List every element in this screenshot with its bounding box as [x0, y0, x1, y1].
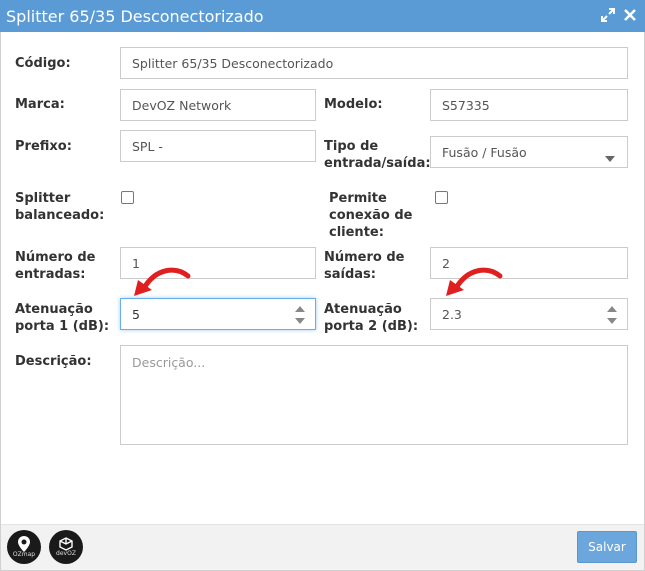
devoz-logo-text: devOZ [56, 550, 76, 557]
tipo-label-line1: Tipo de [324, 139, 379, 154]
saidas-label-line1: Número de [324, 250, 405, 265]
balanceado-label-line2: balanceado: [15, 208, 105, 223]
cube-icon [59, 537, 73, 551]
tipo-value: Fusão / Fusão [442, 144, 527, 160]
modelo-label: Modelo: [324, 97, 383, 112]
prefixo-value: SPL - [132, 138, 163, 154]
marca-field[interactable]: DevOZ Network [120, 89, 316, 121]
entradas-label-line1: Número de [15, 250, 96, 265]
descricao-label: Descrição: [15, 354, 92, 369]
codigo-field[interactable]: Splitter 65/35 Desconectorizado [120, 47, 628, 79]
atenuacao1-label-line2: porta 1 (dB): [15, 319, 110, 334]
marca-label: Marca: [15, 97, 65, 112]
expand-icon[interactable] [601, 8, 615, 22]
ozmap-logo-text: OZmap [12, 551, 36, 558]
permite-label-line2: conexão de [329, 208, 413, 223]
prefixo-field[interactable]: SPL - [120, 130, 316, 162]
tipo-select[interactable]: Fusão / Fusão [430, 136, 628, 168]
caret-down-icon [605, 150, 615, 165]
descricao-textarea[interactable]: Descrição... [120, 345, 628, 445]
codigo-label: Código: [15, 56, 71, 71]
atenuacao2-label-line2: porta 2 (dB): [324, 319, 419, 334]
save-button[interactable]: Salvar [577, 531, 637, 563]
map-pin-icon [18, 536, 30, 552]
atenuacao2-label-line1: Atenuação [324, 302, 402, 317]
modelo-field[interactable]: S57335 [430, 89, 628, 121]
curved-red-arrow-icon [134, 267, 191, 296]
descricao-placeholder: Descrição... [132, 355, 206, 370]
dialog-footer [1, 524, 644, 570]
close-icon[interactable] [623, 8, 637, 22]
saidas-label-line2: saídas: [324, 267, 376, 282]
permite-label-line1: Permite [329, 191, 387, 206]
prefixo-label: Prefixo: [15, 139, 72, 154]
atenuacao2-value: 2.3 [442, 306, 462, 322]
ozmap-logo: OZmap [7, 530, 41, 564]
spinner-arrows-icon[interactable] [295, 306, 305, 324]
window-titlebar: Splitter 65/35 Desconectorizado [0, 0, 645, 32]
window-title: Splitter 65/35 Desconectorizado [6, 6, 264, 26]
entradas-label-line2: entradas: [15, 267, 86, 282]
codigo-value: Splitter 65/35 Desconectorizado [132, 55, 334, 71]
permite-label-line3: cliente: [329, 225, 384, 240]
atenuacao1-value: 5 [132, 306, 140, 322]
modelo-value: S57335 [442, 97, 490, 113]
balanceado-label-line1: Splitter [15, 191, 71, 206]
atenuacao1-label-line1: Atenuação [15, 302, 93, 317]
devoz-logo: devOZ [49, 530, 83, 564]
permite-checkbox[interactable] [435, 191, 448, 204]
spinner-arrows-icon[interactable] [607, 306, 617, 324]
balanceado-checkbox[interactable] [121, 191, 134, 204]
curved-red-arrow-icon [446, 267, 503, 296]
marca-value: DevOZ Network [132, 97, 232, 113]
tipo-label-line2: entrada/saída: [324, 156, 431, 171]
